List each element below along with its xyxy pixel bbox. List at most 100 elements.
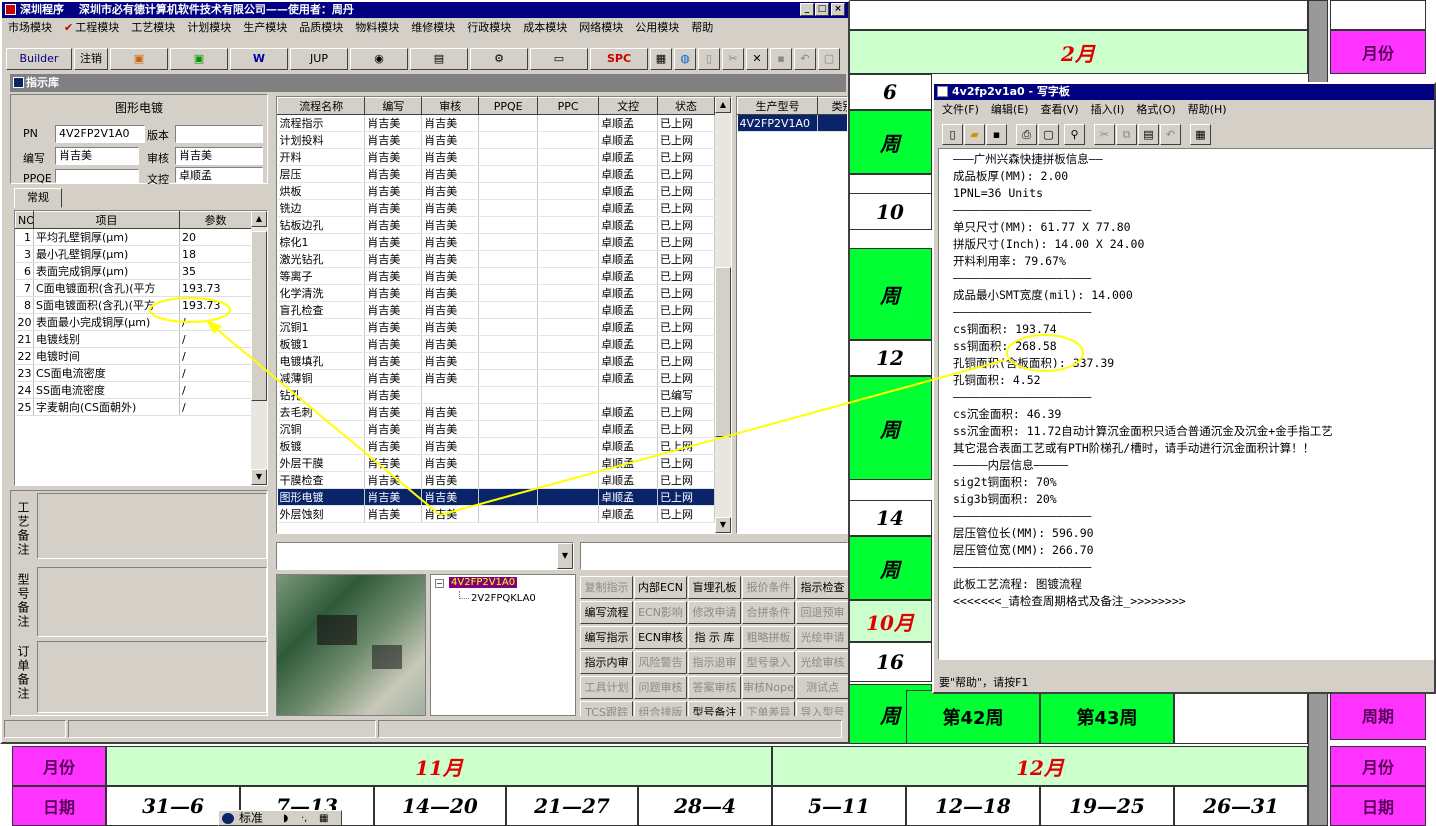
action-button[interactable]: 导入型号 [796,701,848,716]
globe-icon[interactable]: ◍ [674,48,696,70]
table-row[interactable]: 23 CS面电流密度 / [15,364,252,382]
scroll-thumb[interactable] [251,231,267,401]
action-button[interactable]: 光绘申请 [796,626,848,649]
table-row[interactable]: 等离子 肖吉美 肖吉美 卓顺孟 已上网 [277,267,715,285]
table-row[interactable]: 流程指示 肖吉美 肖吉美 卓顺孟 已上网 [277,114,715,132]
open-folder-icon[interactable]: ▰ [964,124,985,145]
table-row[interactable]: 沉铜 肖吉美 肖吉美 卓顺孟 已上网 [277,420,715,438]
menu-cost[interactable]: 成本模块 [517,19,573,35]
table-row[interactable]: 板镀1 肖吉美 肖吉美 卓顺孟 已上网 [277,335,715,353]
copy-icon[interactable]: ⧉ [1116,124,1137,145]
action-button[interactable]: 问题审核 [634,676,687,699]
scroll-up-icon[interactable]: ▲ [251,211,267,227]
print-preview-icon[interactable]: ▢ [1038,124,1059,145]
menu-quality[interactable]: 品质模块 [293,19,349,35]
menu-material[interactable]: 物料模块 [349,19,405,35]
table-row[interactable]: 沉铜1 肖吉美 肖吉美 卓顺孟 已上网 [277,318,715,336]
builder-button[interactable]: Builder [6,48,72,70]
action-button[interactable]: 编写流程 [580,601,633,624]
process-col-audit[interactable]: 审核 [421,97,480,115]
filter-combo[interactable]: ▼ [276,542,574,570]
undo-icon[interactable]: ↶ [794,48,816,70]
table-row[interactable]: 外层干膜 肖吉美 肖吉美 卓顺孟 已上网 [277,454,715,472]
table-row[interactable]: 钻孔 肖吉美 已编写 [277,386,715,404]
process-col-status[interactable]: 状态 [657,97,715,115]
table-row[interactable]: 计划投料 肖吉美 肖吉美 卓顺孟 已上网 [277,131,715,149]
action-button[interactable]: ECN影响 [634,601,687,624]
table-row[interactable]: 7 C面电镀面积(含孔)(平方 193.73 [15,279,252,297]
action-button[interactable]: ECN审核 [634,626,687,649]
table-row[interactable]: 24 SS面电流密度 / [15,381,252,399]
scroll-down-icon[interactable]: ▼ [251,469,267,485]
table-row[interactable]: 1 平均孔壁铜厚(μm) 20 [15,228,252,246]
datetime-icon[interactable]: ▦ [1190,124,1211,145]
spc-button[interactable]: SPC [590,48,648,70]
paste-icon[interactable]: ▤ [1138,124,1159,145]
chevron-down-icon[interactable]: ▼ [557,543,573,569]
menu-network[interactable]: 网络模块 [573,19,629,35]
table-row[interactable]: 8 S面电镀面积(含孔)(平方 193.73 [15,296,252,314]
scroll-up-icon[interactable]: ▲ [715,97,731,113]
table-row[interactable]: 激光钻孔 肖吉美 肖吉美 卓顺孟 已上网 [277,250,715,268]
undo-icon[interactable]: ↶ [1160,124,1181,145]
maximize-icon[interactable]: □ [815,3,829,16]
process-col-control[interactable]: 文控 [598,97,659,115]
save-icon[interactable]: ▪ [986,124,1007,145]
table-row[interactable]: 4V2FP2V1A0 [737,114,847,132]
computer-icon[interactable]: ▭ [530,48,588,70]
menu-market[interactable]: 市场模块 [2,19,58,35]
action-button[interactable]: 复制指示 [580,576,633,599]
action-button[interactable]: 指示检查 [796,576,848,599]
wordpad-menu-edit[interactable]: 编辑(E) [985,101,1035,117]
menu-production[interactable]: 生产模块 [237,19,293,35]
table-row[interactable]: 烘板 肖吉美 肖吉美 卓顺孟 已上网 [277,182,715,200]
table-row[interactable]: 开料 肖吉美 肖吉美 卓顺孟 已上网 [277,148,715,166]
cut-icon[interactable]: ✂ [1094,124,1115,145]
tree-root[interactable]: 4V2FP2V1A0 [449,577,518,588]
product-col-type[interactable]: 类别 [817,97,847,115]
process-remark-field[interactable] [37,493,267,559]
punct-icon[interactable]: ·, [301,812,307,826]
action-button[interactable]: 指示内审 [580,651,633,674]
keyboard-icon[interactable]: ▦ [319,812,328,826]
menu-common[interactable]: 公用模块 [629,19,685,35]
table-row[interactable]: 化学清洗 肖吉美 肖吉美 卓顺孟 已上网 [277,284,715,302]
tools-icon[interactable]: ⚙ [470,48,528,70]
audit-field[interactable]: 肖吉美 [175,147,263,165]
action-button[interactable]: 型号录入 [742,651,795,674]
wordpad-menu-help[interactable]: 帮助(H) [1182,101,1233,117]
action-button[interactable]: 回退预审 [796,601,848,624]
process-col-ppc[interactable]: PPC [537,97,600,115]
delete-icon[interactable]: ✕ [746,48,768,70]
table-row[interactable]: 22 电镀时间 / [15,347,252,365]
process-scrollbar[interactable]: ▲ ▼ [715,97,731,533]
menu-help[interactable]: 帮助 [685,19,719,35]
search-input[interactable] [580,542,848,570]
table-row[interactable]: 3 最小孔壁铜厚(μm) 18 [15,245,252,263]
process-col-writer[interactable]: 编写 [364,97,423,115]
powerpoint-icon[interactable]: ▣ [110,48,168,70]
table-row[interactable]: 棕化1 肖吉美 肖吉美 卓顺孟 已上网 [277,233,715,251]
action-button[interactable]: 报价条件 [742,576,795,599]
wordpad-menu-insert[interactable]: 插入(I) [1085,101,1131,117]
menu-engineering[interactable]: ✔ 工程模块 [58,19,125,35]
action-button[interactable]: TCS跟踪 [580,701,633,716]
calc-icon[interactable]: ▦ [650,48,672,70]
menu-admin[interactable]: 行政模块 [461,19,517,35]
control-field[interactable]: 卓顺孟 [175,167,263,183]
action-button[interactable]: 盲埋孔板 [688,576,741,599]
jup-button[interactable]: JUP [290,48,348,70]
wordpad-menu-view[interactable]: 查看(V) [1034,101,1084,117]
version-field[interactable] [175,125,263,143]
logout-button[interactable]: 注销 [74,48,108,70]
table-row[interactable]: 6 表面完成铜厚(μm) 35 [15,262,252,280]
word-icon[interactable]: W [230,48,288,70]
order-remark-field[interactable] [37,641,267,713]
new-file-icon[interactable]: ▯ [698,48,720,70]
action-button[interactable]: 风险警告 [634,651,687,674]
table-row[interactable]: 21 电镀线别 / [15,330,252,348]
close-icon[interactable]: × [831,3,845,16]
table-row[interactable]: 减薄铜 肖吉美 肖吉美 卓顺孟 已上网 [277,369,715,387]
action-button[interactable]: 答案审核 [688,676,741,699]
table-row[interactable]: 去毛刺 肖吉美 肖吉美 卓顺孟 已上网 [277,403,715,421]
